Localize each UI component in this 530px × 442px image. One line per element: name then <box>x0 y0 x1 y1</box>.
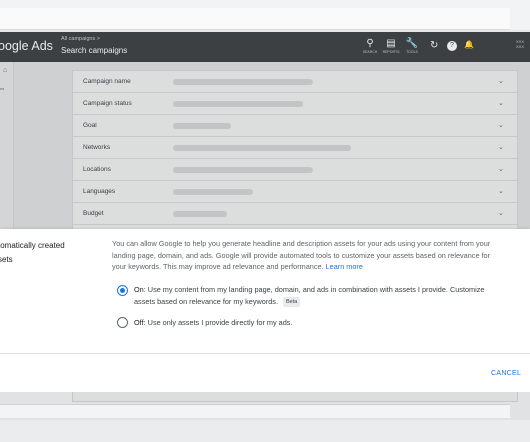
panel-title-line-2: sets <box>0 255 13 264</box>
search-tool-button[interactable]: ⚲ SEARCH <box>360 38 380 54</box>
placeholder-bar <box>173 79 313 85</box>
panel-title-line-1: tomatically created <box>0 241 65 250</box>
settings-row-goal[interactable]: Goal ⌄ <box>73 115 519 137</box>
chevron-down-icon: ⌄ <box>498 144 504 151</box>
device-frame-bottom <box>0 404 510 418</box>
cancel-button[interactable]: CANCEL <box>491 370 521 377</box>
tools-tool-button[interactable]: 🔧 TOOLS <box>402 38 422 54</box>
reports-label: REPORTS <box>382 50 400 54</box>
leftnav-item[interactable]: ns <box>0 86 4 91</box>
settings-row-languages[interactable]: Languages ⌄ <box>73 181 519 203</box>
tools-icon: 🔧 <box>405 38 419 49</box>
home-icon[interactable]: ⌂ <box>3 67 7 74</box>
option-on-prefix: On: <box>134 285 146 294</box>
settings-row-label: Campaign name <box>83 78 131 85</box>
placeholder-bar <box>173 101 303 107</box>
settings-row-campaign-name[interactable]: Campaign name ⌄ <box>73 71 519 93</box>
app-header: oogle Ads All campaigns > Search campaig… <box>0 32 530 62</box>
option-off-radio[interactable] <box>117 317 128 328</box>
placeholder-bar <box>173 123 231 129</box>
reports-tool-button[interactable]: ▤ REPORTS <box>381 38 401 54</box>
learn-more-link[interactable]: Learn more <box>326 262 363 271</box>
chevron-down-icon: ⌄ <box>498 122 504 129</box>
refresh-icon[interactable]: ↻ <box>430 40 438 51</box>
help-icon[interactable]: ? <box>447 41 457 51</box>
bell-icon[interactable]: 🔔 <box>464 40 474 49</box>
campaign-settings-card: Campaign name ⌄ Campaign status ⌄ Goal ⌄… <box>72 70 519 232</box>
google-ads-logo[interactable]: oogle Ads <box>0 39 53 53</box>
breadcrumb-parent[interactable]: All campaigns > <box>61 36 100 42</box>
beta-badge: Beta <box>283 296 301 307</box>
option-on-text: Use my content from my landing page, dom… <box>134 285 485 306</box>
account-line-2: XXX <box>516 44 525 49</box>
chevron-down-icon: ⌄ <box>498 210 504 217</box>
tools-label: TOOLS <box>406 50 418 54</box>
option-off-prefix: Off: <box>134 318 146 327</box>
left-navigation: ⌂ ns <box>0 62 14 232</box>
account-menu[interactable]: XXX XXX <box>516 39 524 49</box>
settings-row-budget[interactable]: Budget ⌄ <box>73 203 519 225</box>
panel-description: You can allow Google to help you generat… <box>112 238 497 273</box>
settings-card-bottom <box>72 392 518 402</box>
placeholder-bar <box>173 167 313 173</box>
settings-row-label: Campaign status <box>83 100 132 107</box>
panel-title: tomatically created sets <box>0 239 88 267</box>
search-label: SEARCH <box>362 50 378 54</box>
search-icon: ⚲ <box>366 38 374 49</box>
placeholder-bar <box>173 145 351 151</box>
chevron-down-icon: ⌄ <box>498 100 504 107</box>
reports-icon: ▤ <box>386 38 396 49</box>
chevron-down-icon: ⌄ <box>498 78 504 85</box>
option-off-text: Use only assets I provide directly for m… <box>147 318 293 327</box>
breadcrumb-current: Search campaigns <box>61 46 128 55</box>
settings-row-label: Locations <box>83 166 111 173</box>
settings-row-networks[interactable]: Networks ⌄ <box>73 137 519 159</box>
settings-row-locations[interactable]: Locations ⌄ <box>73 159 519 181</box>
settings-row-label: Languages <box>83 188 116 195</box>
settings-row-campaign-status[interactable]: Campaign status ⌄ <box>73 93 519 115</box>
settings-row-label: Networks <box>83 144 111 151</box>
option-on-label[interactable]: On: Use my content from my landing page,… <box>134 284 504 307</box>
settings-row-label: Budget <box>83 210 104 217</box>
option-off-label[interactable]: Off: Use only assets I provide directly … <box>134 317 504 329</box>
placeholder-bar <box>173 189 253 195</box>
device-base <box>0 420 530 442</box>
option-on-radio[interactable] <box>117 285 128 296</box>
panel-divider <box>0 353 530 354</box>
placeholder-bar <box>173 211 227 217</box>
chevron-down-icon: ⌄ <box>498 166 504 173</box>
auto-assets-panel: tomatically created sets You can allow G… <box>0 229 530 392</box>
chevron-down-icon: ⌄ <box>498 188 504 195</box>
description-text: You can allow Google to help you generat… <box>112 239 491 272</box>
browser-frame-bar <box>0 8 510 30</box>
settings-row-label: Goal <box>83 122 97 129</box>
